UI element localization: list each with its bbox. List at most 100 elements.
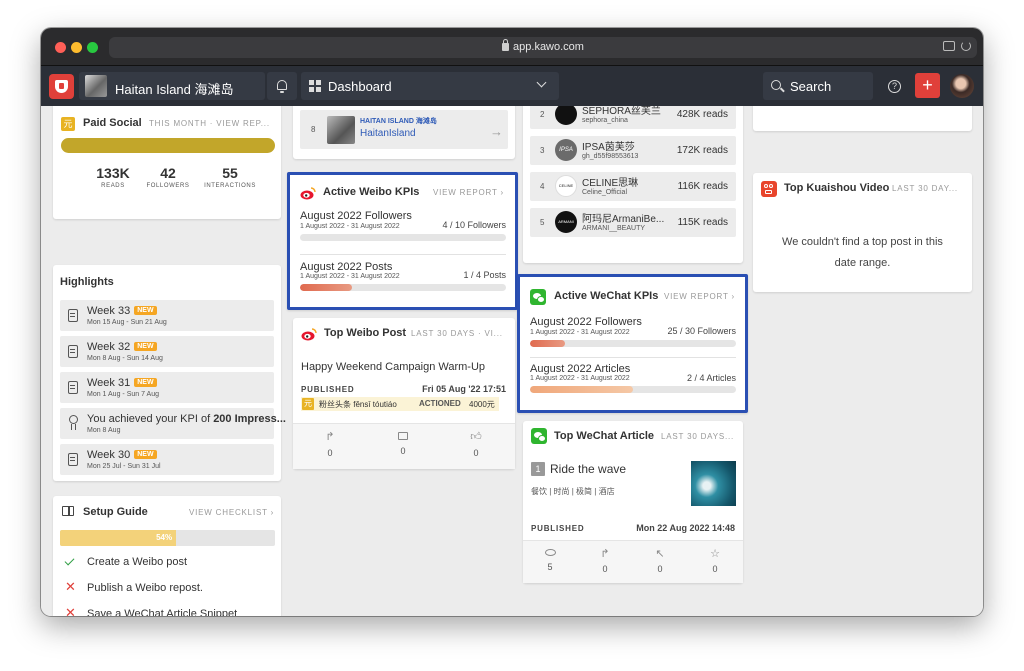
leaderboard-row[interactable]: 3 IPSA IPSA茵芙莎 gh_d55f98553613 172K read… — [530, 136, 736, 165]
search-button[interactable]: Search — [763, 72, 873, 100]
setup-item[interactable]: Create a Weibo post — [64, 555, 265, 571]
paid-stat-value: 42 — [160, 165, 176, 181]
notifications-button[interactable] — [267, 72, 297, 100]
dashboard-selector[interactable]: Dashboard — [301, 72, 559, 100]
paid-social-meta[interactable]: THIS MONTH · VIEW REP... — [149, 119, 270, 128]
url-text: app.kawo.com — [513, 41, 584, 53]
zoom-window-button[interactable] — [87, 42, 98, 53]
setup-item-label: Create a Weibo post — [87, 556, 188, 568]
highlight-item[interactable]: You achieved your KPI of 200 Impress... … — [60, 408, 286, 439]
article-date: Mon 22 Aug 2022 14:48 — [636, 523, 735, 533]
paid-stat-followers: 42 FOLLOWERS — [143, 165, 193, 189]
account-handle: ARMANI__BEAUTY — [582, 225, 646, 232]
address-bar[interactable]: app.kawo.com — [109, 37, 977, 58]
kpi-item[interactable]: August 2022 Posts 1 August 2022 - 31 Aug… — [300, 261, 506, 301]
account-avatar — [555, 106, 577, 125]
kpi-item[interactable]: August 2022 Articles 1 August 2022 - 31 … — [530, 363, 736, 403]
kpi-item[interactable]: August 2022 Followers 1 August 2022 - 31… — [300, 210, 506, 250]
account-name: SEPHORA丝芙兰 — [582, 106, 661, 117]
weibo-kpis-card: Active Weibo KPIs VIEW REPORT › August 2… — [287, 172, 518, 310]
clicks-stat[interactable]: ↖ 0 — [645, 547, 675, 574]
article-tags: 餐饮 | 时尚 | 极简 | 酒店 — [531, 487, 615, 496]
kawo-logo[interactable] — [49, 74, 74, 99]
help-button[interactable]: ? — [883, 74, 907, 98]
add-button[interactable]: + — [915, 73, 940, 98]
paid-stat-reads: 133K READS — [89, 165, 137, 189]
brand-switcher[interactable]: Haitan Island 海滩岛 — [79, 72, 265, 100]
kpi-progress-bar — [300, 234, 506, 241]
setup-item[interactable]: ✕ Publish a Weibo repost. — [65, 580, 265, 597]
promo-row: 元 粉丝头条 fěnsī tóutiáo ACTIONED 4000元 — [301, 397, 499, 411]
leaderboard-row[interactable]: 5 ARMANI 阿玛尼ArmaniBe... ARMANI__BEAUTY 1… — [530, 208, 736, 237]
account-reads: 428K reads — [676, 109, 728, 120]
weibo-view-report-link[interactable]: VIEW REPORT › — [433, 188, 504, 197]
translate-icon[interactable] — [943, 41, 955, 51]
leaderboard-row[interactable]: 2 SEPHORA丝芙兰 sephora_china 428K reads — [530, 106, 736, 129]
repost-stat[interactable]: ↱ 0 — [315, 430, 345, 458]
article-thumbnail[interactable] — [691, 461, 736, 506]
stat-count: 0 — [602, 564, 608, 574]
leaderboard-rank: 5 — [540, 218, 545, 227]
kpi-divider — [530, 357, 736, 358]
post-date: Fri 05 Aug '22 17:51 — [422, 384, 506, 394]
kpi-item[interactable]: August 2022 Followers 1 August 2022 - 31… — [530, 316, 736, 356]
click-icon: ↖ — [655, 548, 665, 560]
check-icon — [64, 555, 75, 566]
app-topbar: Haitan Island 海滩岛 Dashboard Search ? + — [41, 66, 983, 106]
setup-item-label: Save a WeChat Article Snippet — [87, 608, 238, 616]
setup-item[interactable]: ✕ Save a WeChat Article Snippet — [65, 606, 265, 616]
top-wechat-meta[interactable]: LAST 30 DAYS... — [661, 432, 734, 441]
like-stat[interactable]: 👍︎ 0 — [461, 430, 491, 458]
dashboard-content: 元 Paid Social THIS MONTH · VIEW REP... 1… — [41, 106, 983, 616]
highlight-title: Week 31 — [87, 377, 131, 389]
top-kuaishou-meta[interactable]: LAST 30 DAY... — [892, 184, 958, 193]
kpi-progress-text: 4 / 10 Followers — [442, 220, 506, 230]
reload-icon[interactable] — [961, 41, 971, 51]
top-account-row[interactable]: 8 HAITAN ISLAND 海滩岛 HaitanIsland → — [300, 110, 508, 149]
star-icon: ☆ — [710, 548, 720, 560]
highlight-date: Mon 15 Aug - Sun 21 Aug — [87, 319, 167, 326]
close-window-button[interactable] — [55, 42, 66, 53]
highlight-item[interactable]: Week 32 NEW Mon 8 Aug - Sun 14 Aug — [60, 336, 274, 367]
account-handle: gh_d55f98553613 — [582, 153, 639, 160]
highlight-item[interactable]: Week 30 NEW Mon 25 Jul - Sun 31 Jul — [60, 444, 274, 475]
post-title[interactable]: Happy Weekend Campaign Warm-Up — [301, 361, 485, 373]
highlight-title: Week 33 — [87, 305, 131, 317]
kpi-dates: 1 August 2022 - 31 August 2022 — [530, 375, 630, 382]
brand-avatar — [85, 75, 107, 97]
yuan-icon: 元 — [61, 117, 75, 131]
views-stat[interactable]: 5 — [535, 547, 565, 572]
highlight-item[interactable]: Week 31 NEW Mon 1 Aug - Sun 7 Aug — [60, 372, 274, 403]
highlight-title: Week 32 — [87, 341, 131, 353]
top-weibo-meta[interactable]: LAST 30 DAYS · VI... — [411, 329, 503, 338]
wechat-icon — [531, 428, 547, 444]
wechat-view-report-link[interactable]: VIEW REPORT › — [664, 292, 735, 301]
minimize-window-button[interactable] — [71, 42, 82, 53]
comment-icon — [398, 432, 408, 440]
shares-stat[interactable]: ↱ 0 — [590, 547, 620, 574]
weibo-icon — [301, 328, 317, 341]
account-avatar: IPSA — [555, 139, 577, 161]
paid-stat-label: READS — [101, 183, 125, 189]
top-wechat-title: Top WeChat Article — [554, 430, 655, 442]
kpi-title: August 2022 Posts — [300, 261, 393, 273]
view-checklist-link[interactable]: VIEW CHECKLIST › — [189, 508, 274, 517]
paid-stat-label: INTERACTIONS — [204, 183, 256, 189]
favorites-stat[interactable]: ☆ 0 — [700, 547, 730, 574]
leaderboard-row[interactable]: 4 CELINE CELINE思琳 Celine_Official 116K r… — [530, 172, 736, 201]
setup-guide-title: Setup Guide — [83, 506, 148, 518]
search-label: Search — [790, 79, 832, 94]
top-kuaishou-card: Top Kuaishou Video LAST 30 DAY... We cou… — [753, 173, 972, 292]
article-title[interactable]: Ride the wave — [550, 462, 626, 476]
highlights-card: Highlights Week 33 NEW Mon 15 Aug - Sun 2… — [53, 265, 286, 481]
highlight-item[interactable]: Week 33 NEW Mon 15 Aug - Sun 21 Aug — [60, 300, 274, 331]
kpi-divider — [300, 254, 506, 255]
empty-state-message: We couldn't find a top post in this date… — [753, 232, 972, 274]
comment-stat[interactable]: 0 — [388, 430, 418, 456]
repost-icon: ↱ — [325, 431, 335, 443]
kpi-progress-bar — [300, 284, 506, 291]
top-weibo-title: Top Weibo Post — [324, 327, 407, 339]
highlight-date: Mon 8 Aug — [87, 427, 121, 434]
user-avatar[interactable] — [950, 74, 974, 98]
account-reads: 116K reads — [677, 181, 728, 192]
